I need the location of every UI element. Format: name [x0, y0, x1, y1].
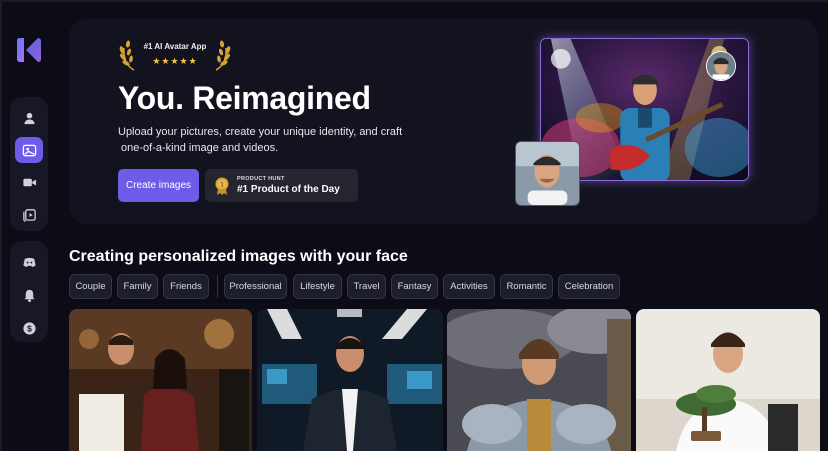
svg-text:$: $ [27, 323, 32, 333]
sidebar-item-library[interactable] [15, 201, 43, 227]
chip-lifestyle[interactable]: Lifestyle [293, 274, 342, 299]
app-logo[interactable] [14, 36, 44, 64]
product-hunt-title: #1 Product of the Day [237, 184, 340, 195]
chip-divider [217, 275, 218, 298]
chip-romantic[interactable]: Romantic [500, 274, 553, 299]
chip-celebration[interactable]: Celebration [558, 274, 620, 299]
sidebar-item-images[interactable] [15, 137, 43, 163]
sidebar-secondary-nav: $ [10, 241, 48, 342]
chip-activities[interactable]: Activities [443, 274, 495, 299]
sidebar-main-nav [10, 97, 48, 231]
sidebar-item-notifications[interactable] [15, 282, 43, 308]
gallery-image-professional[interactable] [257, 309, 443, 451]
create-images-button[interactable]: Create images [118, 169, 199, 202]
product-hunt-badge[interactable]: 1 PRODUCT HUNT #1 Product of the Day [205, 169, 358, 202]
chip-family[interactable]: Family [117, 274, 158, 299]
gallery-image-couple[interactable] [69, 309, 252, 451]
sidebar-item-discord[interactable] [15, 249, 43, 275]
chip-travel[interactable]: Travel [347, 274, 386, 299]
sidebar-item-profile[interactable] [15, 105, 43, 131]
sidebar-item-videos[interactable] [15, 169, 43, 195]
product-hunt-label: PRODUCT HUNT [237, 176, 285, 182]
section-title: Creating personalized images with your f… [69, 248, 408, 265]
sidebar-item-pricing[interactable]: $ [15, 315, 43, 341]
chip-couple[interactable]: Couple [69, 274, 112, 299]
hero-subtitle-line2: one-of-a-kind image and videos. [121, 142, 279, 154]
video-camera-icon [22, 178, 36, 186]
gallery-image-activities[interactable] [636, 309, 820, 451]
bell-icon [23, 289, 35, 302]
video-library-icon [22, 208, 36, 222]
hero-subtitle: Upload your pictures, create your unique… [118, 124, 408, 156]
laurel-right-icon [215, 40, 231, 71]
dollar-icon: $ [22, 321, 36, 335]
chip-fantasy[interactable]: Fantasy [391, 274, 438, 299]
face-image-icon [22, 144, 36, 156]
hero-subtitle-line1: Upload your pictures, create your unique… [118, 126, 403, 138]
chip-friends[interactable]: Friends [163, 274, 209, 299]
chip-professional[interactable]: Professional [224, 274, 287, 299]
user-icon [23, 112, 35, 124]
gallery-image-fantasy[interactable] [447, 309, 631, 451]
award-badge: #1 AI Avatar App ★★★★★ [118, 38, 232, 72]
source-face-avatar [706, 51, 736, 81]
discord-icon [22, 257, 36, 267]
medal-icon: 1 [215, 177, 229, 195]
source-face-image [515, 141, 580, 206]
hero-title: You. Reimagined [118, 80, 371, 116]
